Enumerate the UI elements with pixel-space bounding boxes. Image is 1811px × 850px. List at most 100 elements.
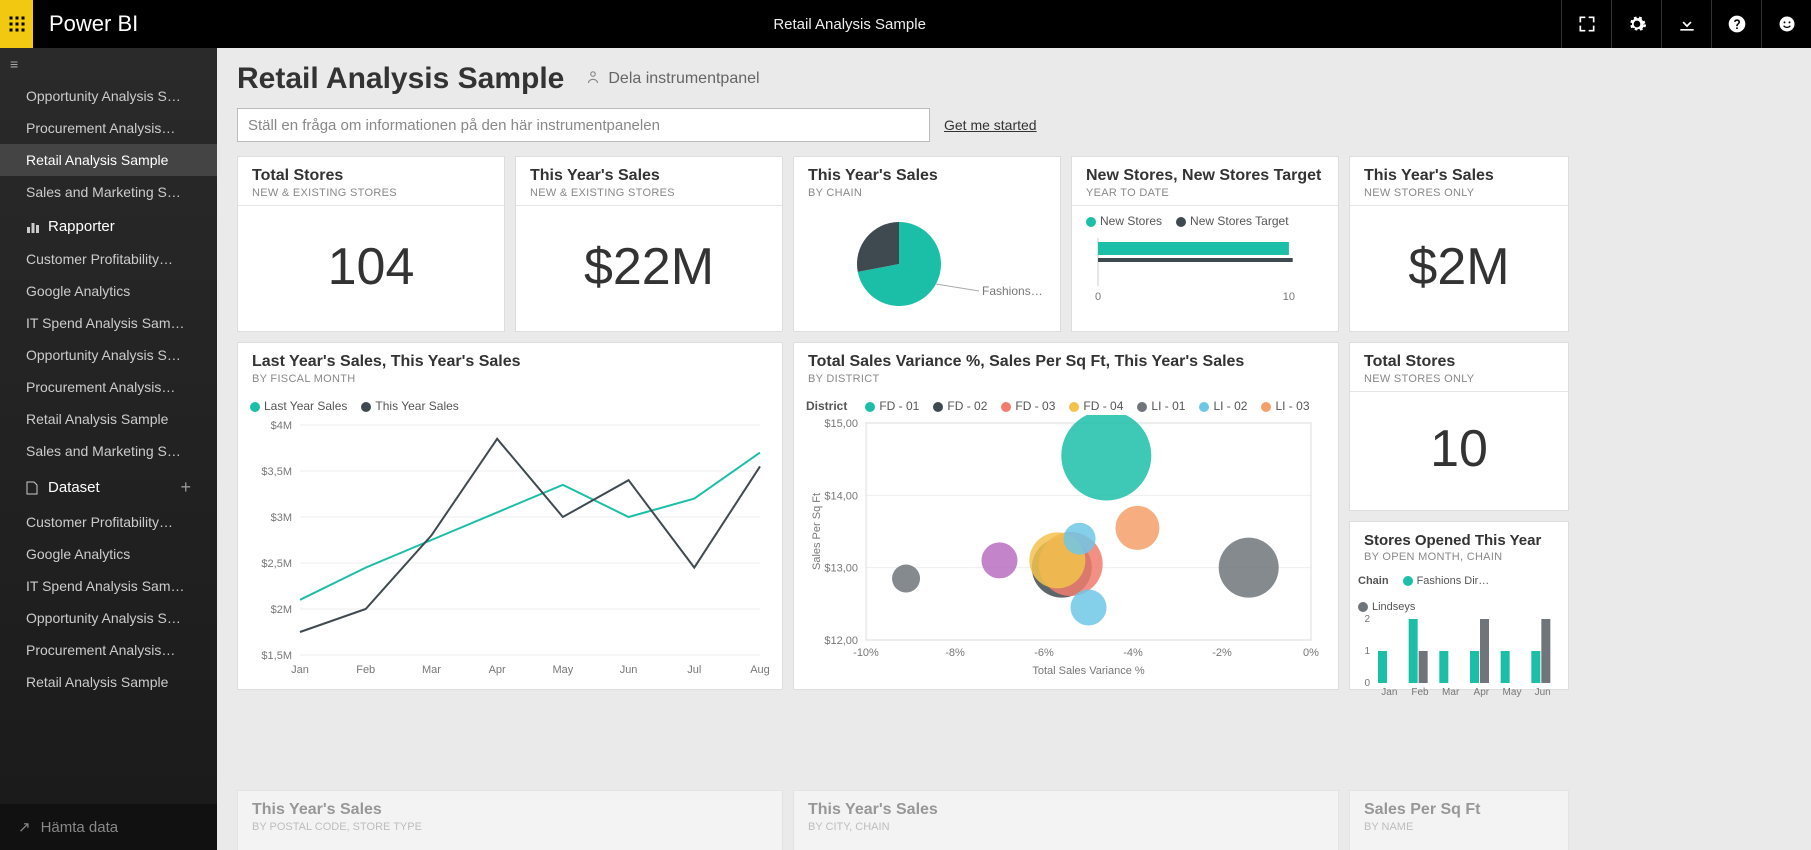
- app-logo[interactable]: [0, 0, 33, 48]
- svg-text:Mar: Mar: [422, 664, 441, 676]
- tile-variance-scatter[interactable]: Total Sales Variance %, Sales Per Sq Ft,…: [793, 342, 1339, 690]
- tile-new-stores-sales[interactable]: This Year's SalesNEW STORES ONLY $2M: [1349, 156, 1569, 332]
- tile-new-total-stores[interactable]: Total StoresNEW STORES ONLY 10: [1349, 342, 1569, 511]
- svg-text:$1,5M: $1,5M: [261, 650, 292, 662]
- tile-title: Total Sales Variance %, Sales Per Sq Ft,…: [808, 353, 1324, 371]
- line-chart: $1,5M$2M$2,5M$3M$3,5M$4MJanFebMarAprMayJ…: [250, 415, 770, 685]
- svg-text:$15,00: $15,00: [824, 418, 858, 430]
- gear-icon[interactable]: [1611, 0, 1661, 48]
- legend-title: Chain: [1358, 575, 1389, 587]
- add-dataset-icon[interactable]: +: [180, 477, 191, 498]
- get-data-button[interactable]: ↗ Hämta data: [0, 804, 217, 850]
- svg-text:$3M: $3M: [271, 512, 292, 524]
- sidebar-item[interactable]: Google Analytics: [0, 275, 217, 307]
- reports-header[interactable]: Rapporter: [0, 208, 217, 243]
- tile-subtitle: NEW & EXISTING STORES: [252, 187, 490, 199]
- svg-text:Apr: Apr: [489, 664, 506, 676]
- get-me-started-link[interactable]: Get me started: [944, 117, 1037, 133]
- svg-text:Jan: Jan: [291, 664, 309, 676]
- tile-total-stores[interactable]: Total StoresNEW & EXISTING STORES 104: [237, 156, 505, 332]
- tile-sales-by-month[interactable]: Last Year's Sales, This Year's Sales BY F…: [237, 342, 783, 690]
- svg-text:-6%: -6%: [1034, 647, 1054, 659]
- svg-text:$13,00: $13,00: [824, 563, 858, 575]
- sidebar-item[interactable]: Customer Profitability…: [0, 243, 217, 275]
- svg-text:-4%: -4%: [1123, 647, 1143, 659]
- tile-subtitle: NEW STORES ONLY: [1364, 187, 1554, 199]
- sidebar-item[interactable]: Opportunity Analysis S…: [0, 339, 217, 371]
- help-icon[interactable]: [1711, 0, 1761, 48]
- svg-text:0%: 0%: [1303, 647, 1319, 659]
- tile-title: Stores Opened This Year: [1364, 532, 1554, 549]
- legend-item: FD - 03: [1015, 399, 1055, 413]
- tile-value: $22M: [584, 237, 714, 297]
- share-icon: [584, 68, 602, 91]
- tile-value: $2M: [1408, 237, 1509, 297]
- sidebar-item[interactable]: Procurement Analysis…: [0, 634, 217, 666]
- sidebar-item[interactable]: Sales and Marketing S…: [0, 176, 217, 208]
- qna-input[interactable]: Ställ en fråga om informationen på den h…: [237, 108, 930, 142]
- legend-item: New Stores: [1100, 214, 1162, 228]
- tile-subtitle: BY NAME: [1364, 821, 1554, 833]
- ghost-row: This Year's SalesBY POSTAL CODE, STORE T…: [237, 790, 1791, 850]
- tile-this-year-sales[interactable]: This Year's SalesNEW & EXISTING STORES $…: [515, 156, 783, 332]
- svg-text:Aug: Aug: [750, 664, 770, 676]
- legend-title: District: [806, 399, 847, 413]
- svg-text:-10%: -10%: [853, 647, 879, 659]
- sidebar: ≡ Opportunity Analysis S…Procurement Ana…: [0, 48, 217, 850]
- sidebar-item[interactable]: Procurement Analysis…: [0, 112, 217, 144]
- tile-stores-opened[interactable]: Stores Opened This Year BY OPEN MONTH, CH…: [1349, 521, 1569, 690]
- share-label: Dela instrumentpanel: [608, 70, 759, 88]
- page-title: Retail Analysis Sample: [237, 62, 564, 96]
- menu-icon[interactable]: ≡: [0, 48, 217, 80]
- download-icon[interactable]: [1661, 0, 1711, 48]
- share-dashboard-button[interactable]: Dela instrumentpanel: [584, 68, 759, 91]
- tile-title: This Year's Sales: [530, 167, 768, 185]
- fullscreen-icon[interactable]: [1561, 0, 1611, 48]
- svg-text:10: 10: [1283, 291, 1295, 303]
- svg-text:Sales Per Sq Ft: Sales Per Sq Ft: [811, 493, 823, 570]
- sidebar-item[interactable]: Google Analytics: [0, 538, 217, 570]
- sidebar-item[interactable]: Procurement Analysis…: [0, 371, 217, 403]
- chart-legend: Last Year Sales This Year Sales: [250, 397, 770, 415]
- tile-title: Sales Per Sq Ft: [1364, 801, 1554, 819]
- svg-text:May: May: [552, 664, 573, 676]
- dataset-header-label: Dataset: [48, 479, 100, 496]
- tile-value: 104: [328, 237, 415, 297]
- legend-item: New Stores Target: [1190, 214, 1289, 228]
- qna-placeholder: Ställ en fråga om informationen på den h…: [248, 117, 660, 134]
- legend-item: FD - 02: [947, 399, 987, 413]
- sidebar-item[interactable]: Retail Analysis Sample: [0, 403, 217, 435]
- legend-item: FD - 01: [879, 399, 919, 413]
- sidebar-item[interactable]: IT Spend Analysis Sam…: [0, 307, 217, 339]
- scatter-chart: $12,00$13,00$14,00$15,00-10%-8%-6%-4%-2%…: [806, 415, 1326, 685]
- sidebar-item[interactable]: Customer Profitability…: [0, 506, 217, 538]
- tile-subtitle: BY CITY, CHAIN: [808, 821, 1324, 833]
- feedback-icon[interactable]: [1761, 0, 1811, 48]
- tile-new-stores-target[interactable]: New Stores, New Stores TargetYEAR TO DAT…: [1071, 156, 1339, 332]
- legend-item: Lindseys: [1372, 601, 1415, 613]
- tile-subtitle: BY POSTAL CODE, STORE TYPE: [252, 821, 768, 833]
- tile-sales-by-chain[interactable]: This Year's SalesBY CHAIN Fashions…: [793, 156, 1061, 332]
- sidebar-item[interactable]: Sales and Marketing S…: [0, 435, 217, 467]
- tile-subtitle: BY OPEN MONTH, CHAIN: [1364, 551, 1554, 563]
- bar-chart-icon: [26, 220, 40, 234]
- sidebar-item[interactable]: Opportunity Analysis S…: [0, 80, 217, 112]
- sidebar-item[interactable]: IT Spend Analysis Sam…: [0, 570, 217, 602]
- legend-item: FD - 04: [1083, 399, 1123, 413]
- svg-text:Feb: Feb: [1411, 687, 1429, 698]
- legend-item: LI - 02: [1213, 399, 1247, 413]
- dataset-header[interactable]: Dataset +: [0, 467, 217, 506]
- sidebar-item[interactable]: Opportunity Analysis S…: [0, 602, 217, 634]
- tile-subtitle: BY FISCAL MONTH: [252, 373, 768, 385]
- svg-text:$2M: $2M: [271, 604, 292, 616]
- legend-item: Last Year Sales: [264, 399, 347, 413]
- legend-item: LI - 03: [1275, 399, 1309, 413]
- tile-subtitle: NEW STORES ONLY: [1364, 373, 1554, 385]
- svg-text:Mar: Mar: [1442, 687, 1460, 698]
- svg-text:$3,5M: $3,5M: [261, 466, 292, 478]
- tile-title: Last Year's Sales, This Year's Sales: [252, 353, 768, 371]
- toolbar-icons: [1561, 0, 1811, 48]
- tile-title: Total Stores: [1364, 353, 1554, 371]
- sidebar-item[interactable]: Retail Analysis Sample: [0, 666, 217, 698]
- sidebar-item[interactable]: Retail Analysis Sample: [0, 144, 217, 176]
